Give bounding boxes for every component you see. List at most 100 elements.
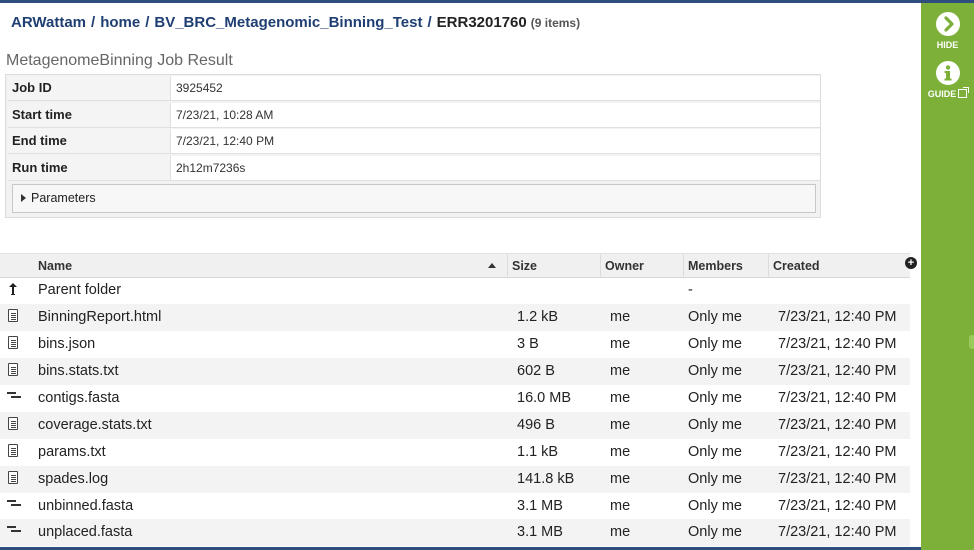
file-members: Only me — [688, 309, 742, 325]
file-size: 16.0 MB — [517, 390, 571, 406]
chevron-right-icon — [935, 12, 960, 36]
file-size: 602 B — [517, 363, 555, 379]
parent-folder-row[interactable]: Parent folder - — [0, 277, 910, 304]
table-row[interactable]: unplaced.fasta 3.1 MB me Only me 7/23/21, 12… — [0, 519, 910, 546]
file-name[interactable]: bins.stats.txt — [38, 358, 119, 385]
file-name[interactable]: spades.log — [38, 466, 108, 493]
table-row[interactable]: unbinned.fasta 3.1 MB me Only me 7/23/21, 12… — [0, 493, 910, 520]
file-members: Only me — [688, 336, 742, 352]
file-name[interactable]: unplaced.fasta — [38, 519, 132, 546]
job-value: 7/23/21, 12:40 PM — [176, 134, 275, 148]
table-row[interactable]: BinningReport.html 1.2 kB me Only me 7/23/21… — [0, 304, 910, 331]
file-owner: me — [610, 498, 631, 514]
sort-ascending-icon — [488, 263, 496, 268]
breadcrumb-current: ERR3201760 — [436, 14, 527, 31]
file-name[interactable]: unbinned.fasta — [38, 493, 133, 520]
job-value: 7/23/21, 10:28 AM — [176, 108, 274, 122]
file-size: 496 B — [517, 417, 555, 433]
sequence-icon — [7, 500, 21, 510]
file-size: 141.8 kB — [517, 471, 575, 487]
file-grid: Name Size Owner Members Created + Parent… — [0, 253, 921, 547]
file-icon — [8, 471, 18, 484]
guide-button[interactable]: GUIDE — [921, 61, 974, 99]
file-owner: me — [610, 363, 631, 379]
parameters-label: Parameters — [31, 191, 96, 205]
parent-members: - — [688, 282, 693, 298]
file-created: 7/23/21, 12:40 PM — [778, 309, 897, 325]
file-owner: me — [610, 336, 631, 352]
file-name[interactable]: BinningReport.html — [38, 304, 161, 331]
file-created: 7/23/21, 12:40 PM — [778, 471, 897, 487]
table-row[interactable]: coverage.stats.txt 496 B me Only me 7/23/21,… — [0, 412, 910, 439]
file-size: 1.2 kB — [517, 309, 559, 325]
file-name[interactable]: bins.json — [38, 331, 95, 358]
table-row[interactable]: params.txt 1.1 kB me Only me 7/23/21, 12:40 … — [0, 439, 910, 466]
file-icon — [8, 336, 18, 349]
info-icon — [935, 61, 960, 85]
table-row[interactable]: spades.log 141.8 kB me Only me 7/23/21, 12:4… — [0, 466, 910, 493]
breadcrumb-separator: / — [427, 14, 432, 31]
parent-folder-label: Parent folder — [38, 282, 122, 298]
file-created: 7/23/21, 12:40 PM — [778, 498, 897, 514]
job-row-end: End time 7/23/21, 12:40 PM — [8, 129, 820, 154]
file-name[interactable]: params.txt — [38, 439, 106, 466]
breadcrumb-separator: / — [91, 14, 96, 31]
breadcrumb-folder[interactable]: BV_BRC_Metagenomic_Binning_Test — [154, 14, 422, 31]
file-name[interactable]: contigs.fasta — [38, 385, 119, 412]
hide-label: HIDE — [936, 40, 959, 50]
file-size: 3.1 MB — [517, 524, 563, 540]
job-label: Run time — [8, 156, 171, 180]
job-row-runtime: Run time 2h12m7236s — [8, 156, 820, 181]
file-owner: me — [610, 309, 631, 325]
external-link-icon — [958, 87, 970, 98]
file-owner: me — [610, 417, 631, 433]
file-created: 7/23/21, 12:40 PM — [778, 336, 897, 352]
file-size: 3 B — [517, 336, 539, 352]
file-size: 3.1 MB — [517, 498, 563, 514]
caret-right-icon — [21, 194, 26, 202]
table-row[interactable]: bins.json 3 B me Only me 7/23/21, 12:40 PM — [0, 331, 910, 358]
right-sidebar: HIDE GUIDE — [921, 3, 974, 550]
file-created: 7/23/21, 12:40 PM — [778, 524, 897, 540]
table-row[interactable]: bins.stats.txt 602 B me Only me 7/23/21, 12:… — [0, 358, 910, 385]
job-row-start: Start time 7/23/21, 10:28 AM — [8, 103, 820, 128]
file-members: Only me — [688, 524, 742, 540]
file-icon — [8, 309, 18, 322]
add-column-icon[interactable]: + — [905, 257, 917, 269]
file-owner: me — [610, 471, 631, 487]
arrow-up-icon — [9, 283, 17, 295]
file-members: Only me — [688, 444, 742, 460]
parameters-toggle[interactable]: Parameters — [12, 184, 816, 213]
hide-button[interactable]: HIDE — [921, 12, 974, 50]
column-header-name[interactable]: Name — [34, 254, 506, 278]
file-icon — [8, 417, 18, 430]
guide-label: GUIDE — [927, 89, 957, 99]
file-created: 7/23/21, 12:40 PM — [778, 417, 897, 433]
file-members: Only me — [688, 471, 742, 487]
file-icon — [8, 444, 18, 457]
file-members: Only me — [688, 417, 742, 433]
breadcrumb-home[interactable]: home — [100, 14, 140, 31]
file-icon — [8, 363, 18, 376]
column-header-created[interactable]: Created — [768, 254, 910, 278]
column-header-size[interactable]: Size — [507, 254, 600, 278]
job-label: Job ID — [8, 76, 171, 100]
file-members: Only me — [688, 498, 742, 514]
breadcrumb-user[interactable]: ARWattam — [11, 14, 86, 31]
table-row[interactable]: contigs.fasta 16.0 MB me Only me 7/23/21, 12… — [0, 385, 910, 412]
file-created: 7/23/21, 12:40 PM — [778, 444, 897, 460]
job-value: 2h12m7236s — [176, 161, 246, 175]
job-label: Start time — [8, 103, 171, 127]
job-result-title: MetagenomeBinning Job Result — [6, 52, 233, 69]
grid-header: Name Size Owner Members Created — [0, 253, 910, 278]
resize-handle[interactable] — [969, 335, 974, 349]
sequence-icon — [7, 526, 21, 536]
file-name[interactable]: coverage.stats.txt — [38, 412, 152, 439]
column-header-owner[interactable]: Owner — [600, 254, 683, 278]
file-members: Only me — [688, 390, 742, 406]
file-owner: me — [610, 524, 631, 540]
job-value: 3925452 — [176, 81, 223, 95]
column-header-members[interactable]: Members — [683, 254, 768, 278]
breadcrumb-separator: / — [145, 14, 150, 31]
sequence-icon — [7, 392, 21, 402]
